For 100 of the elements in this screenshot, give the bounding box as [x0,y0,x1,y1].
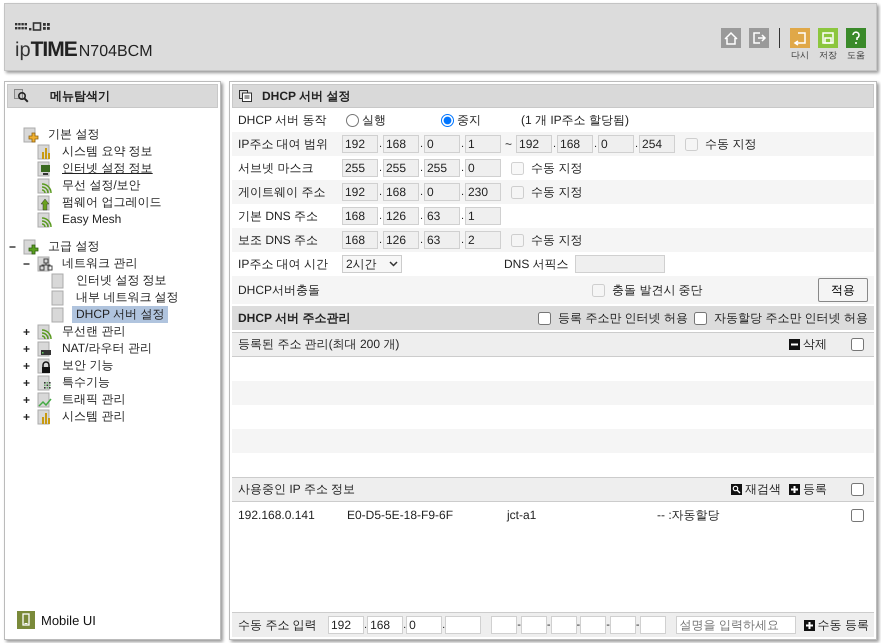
ip-separator: . [419,162,424,174]
undo-icon[interactable] [790,28,810,48]
ip-separator: . [364,619,368,631]
mac-field[interactable] [580,616,606,634]
assign-type: -- :자동할당 [657,506,721,524]
ip-separator: . [419,138,424,150]
field-label: 수동 주소 입력 [238,616,318,634]
menu-item[interactable]: 고급 설정 [44,238,104,255]
rescan-button[interactable]: 재검색 [731,481,781,498]
mac-field[interactable] [520,616,547,634]
mac-field[interactable] [610,616,636,634]
panel-title: DHCP 서버 설정 [262,88,350,104]
menu-item[interactable]: 트래픽 관리 [58,391,130,408]
save-icon[interactable] [818,28,838,48]
minus-icon [789,339,800,350]
mac-field[interactable] [550,616,577,634]
apply-button[interactable]: 적용 [818,278,868,302]
expand-toggle[interactable]: + [23,376,37,390]
ip-field[interactable]: 168 [367,616,404,634]
menu-item[interactable]: 무선랜 관리 [58,323,130,340]
radio-button[interactable] [346,114,359,126]
checkbox-label: 자동할당 주소만 인터넷 허용 [714,310,868,326]
menu-item[interactable]: 인터넷 설정 정보 [72,272,171,289]
menu-item[interactable]: 기본 설정 [44,126,104,143]
field-label: IP주소 대여 시간 [238,256,330,272]
logout-icon[interactable] [749,28,769,48]
menu-item[interactable]: 시스템 관리 [58,408,130,425]
ip-separator: . [419,186,424,198]
panel-title: 메뉴탐색기 [50,88,110,104]
phone-icon[interactable] [17,611,35,629]
menu-item[interactable]: Easy Mesh [58,211,126,228]
mac-field[interactable] [640,616,666,634]
plus-icon [789,484,800,495]
expand-toggle[interactable]: − [23,256,37,270]
mac-separator: - [517,619,521,631]
option-label: 실행 [362,112,386,128]
mac-separator: - [576,619,580,631]
model-name: N704BCM [78,43,153,61]
list-title: 등록된 주소 관리(최대 200 개) [238,336,400,353]
help-icon[interactable] [846,28,866,48]
ip-separator: . [552,138,558,150]
expand-toggle[interactable]: + [23,324,37,338]
checkbox[interactable] [851,508,864,522]
checkbox[interactable] [538,312,551,324]
mac-field[interactable] [491,616,518,634]
ip-separator: . [403,619,406,631]
register-button[interactable]: 등록 [789,481,827,498]
dns-suffix-field[interactable] [574,255,665,273]
checkbox-label: 충돌 발견시 중단 [612,282,703,298]
expand-toggle[interactable]: − [9,240,23,254]
menu-item[interactable]: 시스템 요약 정보 [58,143,157,160]
ip-separator: . [460,162,465,174]
field-label: 서브넷 마스크 [238,160,314,176]
field-label: 기본 DNS 주소 [238,208,320,224]
menu-item[interactable]: 보안 기능 [58,357,118,374]
menu-item[interactable]: DHCP 서버 설정 [72,306,168,323]
ip-separator: . [442,619,446,631]
field-label: 보조 DNS 주소 [238,232,320,248]
manual-register-button[interactable]: 수동 등록 [804,616,869,634]
menu-item[interactable]: 내부 네트워크 설정 [72,289,183,306]
menu-item[interactable]: 무선 설정/보안 [58,177,145,194]
ip-separator: . [460,138,465,150]
assigned-note: (1 개 IP주소 할당됨) [521,112,630,128]
logo-text: TIME [30,38,77,62]
field-label: DNS 서픽스 [504,256,569,272]
checkbox[interactable] [694,312,707,324]
menu-item[interactable]: 인터넷 설정 정보 [58,160,157,177]
checkbox-label: 등록 주소만 인터넷 허용 [558,310,688,326]
menu-item[interactable]: 네트워크 관리 [58,255,142,272]
menu-item[interactable]: 펌웨어 업그레이드 [58,194,166,211]
menu-item[interactable]: NAT/라우터 관리 [58,340,156,357]
home-icon[interactable] [721,28,741,48]
delete-button[interactable]: 삭제 [789,336,827,353]
radio-button[interactable] [441,114,454,126]
mac-address: E0-D5-5E-18-F9-6F [347,508,454,522]
checkbox-label: 수동 지정 [531,232,582,248]
ip-field[interactable]: 192 [328,616,364,634]
checkbox[interactable] [851,338,864,351]
mac-separator: - [636,619,640,631]
expand-toggle[interactable]: + [23,410,37,424]
section-title: DHCP 서버 주소관리 [238,310,352,326]
ip-field[interactable] [445,616,482,634]
checkbox[interactable] [851,483,864,496]
field-label: DHCP 서버 동작 [238,112,328,128]
logo-icon [15,22,51,32]
expand-toggle[interactable]: + [23,392,37,406]
expand-toggle[interactable]: + [23,358,37,372]
description-field[interactable]: 설명을 입력하세요 [676,616,796,634]
expand-toggle[interactable]: + [23,342,37,356]
search-icon [731,484,742,495]
mobile-ui-link[interactable]: Mobile UI [41,612,96,628]
logo-text: ip [15,39,31,62]
wifi-icon [37,177,54,194]
ip-separator: . [460,234,465,246]
menu-item[interactable]: 특수기능 [58,374,114,391]
wifi-icon [37,211,54,228]
ip-separator: . [460,186,465,198]
lease-time-select[interactable]: 2시간 [342,255,402,273]
ip-field[interactable]: 0 [406,616,442,634]
ip-separator: . [378,210,383,222]
